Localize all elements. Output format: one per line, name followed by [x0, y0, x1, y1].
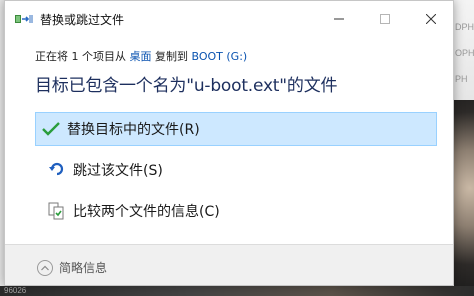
fewer-details-button[interactable]: 简略信息: [37, 259, 107, 276]
fewer-details-label: 简略信息: [59, 261, 108, 275]
destination-drive-link[interactable]: BOOT (G:): [192, 50, 248, 63]
background-text: PH: [455, 74, 468, 84]
skip-file-option[interactable]: 跳过该文件(S): [35, 153, 437, 187]
maximize-button[interactable]: [362, 1, 408, 35]
close-icon: [425, 9, 437, 28]
progress-prefix: 正在将 1 个项目从: [35, 50, 130, 63]
background-text: DPH: [455, 22, 474, 32]
close-button[interactable]: [408, 1, 454, 35]
compare-files-icon: [47, 201, 67, 221]
progress-middle: 复制到: [151, 50, 192, 63]
replace-file-label: 替换目标中的文件(R): [67, 122, 200, 138]
skip-arrow-icon: [47, 160, 67, 180]
replace-or-skip-dialog: 替换或跳过文件 正在将 1 个项目从 桌面 复制到 BOOT (G:) 目标已包…: [4, 0, 454, 286]
background-photo: [454, 100, 474, 296]
conflict-headline: 目标已包含一个名为"u-boot.ext"的文件: [35, 76, 338, 96]
background-text: 96026: [4, 286, 27, 295]
replace-file-option[interactable]: 替换目标中的文件(R): [35, 112, 437, 146]
title-bar[interactable]: 替换或跳过文件: [5, 1, 453, 35]
minimize-button[interactable]: [316, 1, 362, 35]
minimize-icon: [334, 9, 344, 28]
background-window-fragment: DPH OPH PH: [454, 0, 474, 100]
compare-files-label: 比较两个文件的信息(C): [73, 204, 220, 220]
copy-progress-text: 正在将 1 个项目从 桌面 复制到 BOOT (G:): [35, 48, 247, 64]
window-title: 替换或跳过文件: [40, 13, 125, 27]
compare-files-option[interactable]: 比较两个文件的信息(C): [35, 194, 437, 228]
copy-move-icon: [15, 11, 33, 25]
dialog-footer: 简略信息: [5, 245, 453, 285]
checkmark-icon: [41, 119, 61, 139]
maximize-icon: [380, 9, 390, 28]
background-text: OPH: [455, 48, 474, 58]
skip-file-label: 跳过该文件(S): [73, 163, 163, 179]
chevron-up-icon: [37, 259, 53, 276]
source-folder-link[interactable]: 桌面: [130, 50, 152, 63]
background-taskbar-fragment: [0, 286, 474, 296]
